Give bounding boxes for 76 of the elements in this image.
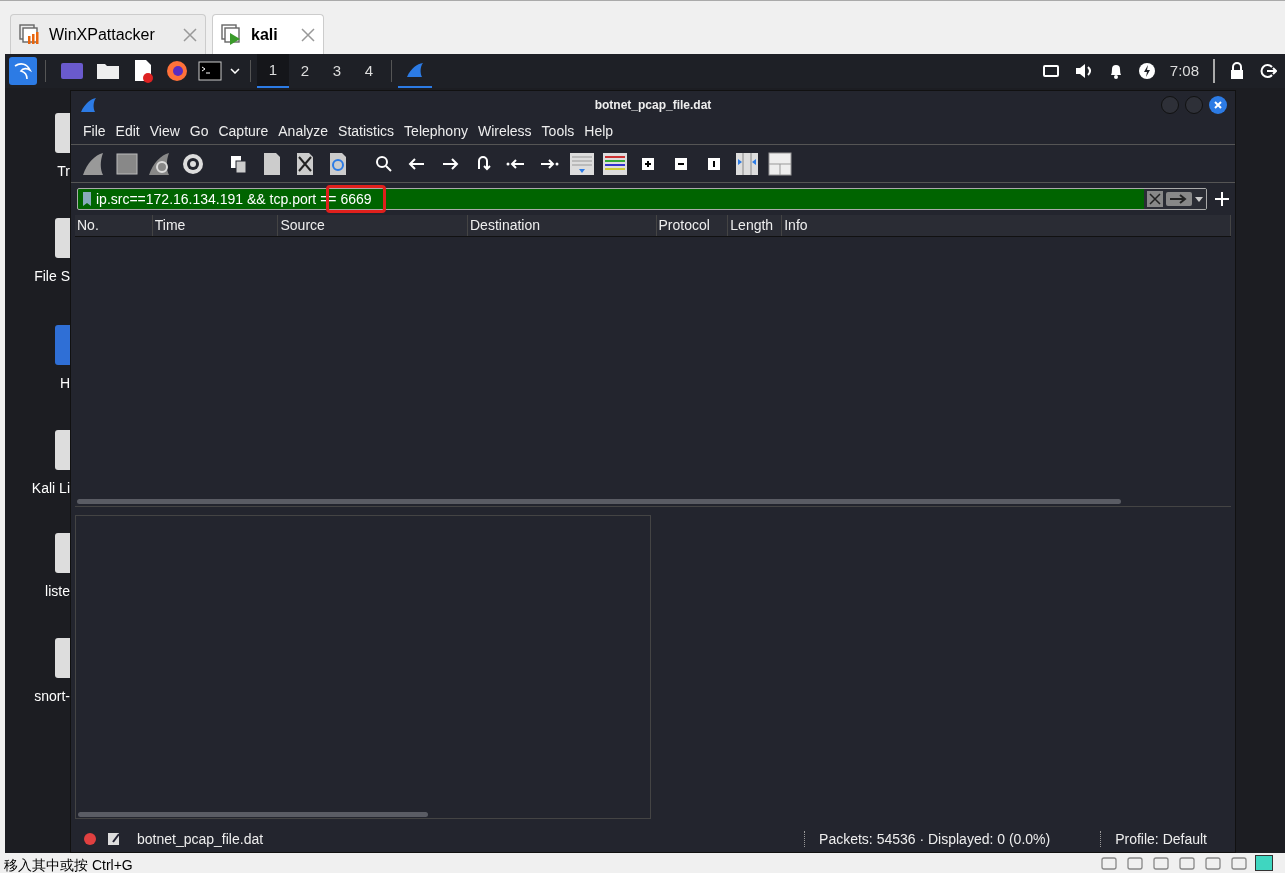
wireshark-icon — [79, 97, 97, 113]
workspace-button[interactable]: 1 — [257, 54, 289, 88]
clock[interactable]: 7:08 — [1169, 59, 1199, 83]
window-title: botnet_pcap_file.dat — [594, 97, 712, 114]
column-header[interactable]: Destination — [468, 215, 657, 236]
column-header[interactable]: Length — [728, 215, 783, 236]
printer-icon[interactable] — [1177, 855, 1197, 871]
column-header[interactable]: Info — [782, 215, 1231, 236]
folder-icon[interactable] — [96, 61, 120, 81]
workspace-button[interactable]: 3 — [321, 54, 353, 88]
desktop-icon[interactable] — [60, 61, 84, 81]
clear-icon[interactable] — [1147, 191, 1163, 207]
status-packets: Packets: 54536 · Displayed: 0 (0.0%) — [819, 829, 1051, 849]
dropdown-icon[interactable] — [1195, 196, 1203, 202]
menu-item[interactable]: View — [149, 121, 180, 142]
menu-item[interactable]: Statistics — [338, 121, 395, 142]
add-icon[interactable] — [1215, 192, 1229, 206]
cd-icon[interactable] — [1125, 855, 1145, 871]
layout-icon[interactable] — [767, 150, 793, 177]
close-button[interactable] — [1209, 96, 1227, 114]
scrollbar[interactable] — [78, 812, 428, 817]
stop-icon[interactable] — [114, 150, 140, 177]
workspace-button[interactable]: 4 — [353, 54, 385, 88]
menu-item[interactable]: Edit — [115, 121, 140, 142]
menu-item[interactable]: Go — [189, 121, 209, 142]
column-header[interactable]: Protocol — [656, 215, 729, 236]
desktop-icon-label: H — [59, 374, 70, 393]
power-icon[interactable] — [1137, 62, 1156, 80]
wireshark-icon — [405, 62, 425, 78]
column-header[interactable]: Source — [278, 215, 468, 236]
menu-item[interactable]: Tools — [541, 121, 575, 142]
scrollbar[interactable] — [77, 499, 1121, 504]
close-icon — [1214, 101, 1222, 109]
bookmark-icon[interactable] — [81, 191, 93, 207]
usb-icon[interactable] — [1229, 855, 1249, 871]
vm-icon — [221, 23, 243, 46]
volume-icon[interactable] — [1073, 62, 1094, 80]
menu-item[interactable]: Analyze — [278, 121, 329, 142]
desktop-icon-label: liste — [45, 582, 70, 601]
column-header[interactable]: No. — [75, 215, 153, 236]
lock-icon[interactable] — [1229, 62, 1245, 80]
kali-menu-icon[interactable] — [9, 57, 37, 85]
status-indicator — [1255, 855, 1273, 871]
dropdown-icon[interactable] — [230, 68, 240, 74]
menu-item[interactable]: Capture — [218, 121, 269, 142]
terminal-icon[interactable] — [198, 61, 222, 81]
menu-item[interactable]: Wireless — [477, 121, 532, 142]
menu-item[interactable]: File — [83, 121, 106, 142]
colorize-icon[interactable] — [602, 150, 628, 177]
status-profile: Profile: Default — [1115, 829, 1207, 849]
vm-tab[interactable]: kali — [212, 14, 324, 54]
vm-tab[interactable]: WinXPattacker — [10, 14, 206, 54]
resize-columns-icon[interactable] — [734, 150, 760, 177]
desktop-icon-label: File S — [34, 267, 70, 286]
text-editor-icon[interactable] — [132, 59, 154, 83]
speaker-icon[interactable] — [1203, 855, 1223, 871]
workspace-button[interactable]: 2 — [289, 54, 321, 88]
menu-item[interactable]: Help — [584, 121, 614, 142]
status-hint: 移入其中或按 Ctrl+G — [4, 857, 133, 873]
desktop-icon-label: Tr — [57, 162, 70, 181]
tab-label: WinXPattacker — [49, 24, 155, 45]
network-adapter-icon[interactable] — [1151, 855, 1171, 871]
close-icon[interactable] — [301, 27, 315, 42]
record-icon[interactable] — [83, 832, 97, 846]
vm-icon — [19, 23, 41, 46]
desktop-icon-label: Kali Li — [31, 479, 70, 498]
column-header[interactable]: Time — [152, 215, 279, 236]
menu-item[interactable]: Telephony — [404, 121, 468, 142]
tab-label: kali — [251, 24, 278, 45]
autoscroll-icon[interactable] — [569, 150, 595, 177]
notes-icon[interactable] — [107, 832, 121, 846]
firefox-icon[interactable] — [166, 60, 188, 82]
desktop-icon-label: snort- — [34, 687, 70, 706]
status-file: botnet_pcap_file.dat — [137, 829, 264, 849]
network-icon[interactable] — [1041, 63, 1060, 79]
logout-icon[interactable] — [1259, 62, 1277, 80]
